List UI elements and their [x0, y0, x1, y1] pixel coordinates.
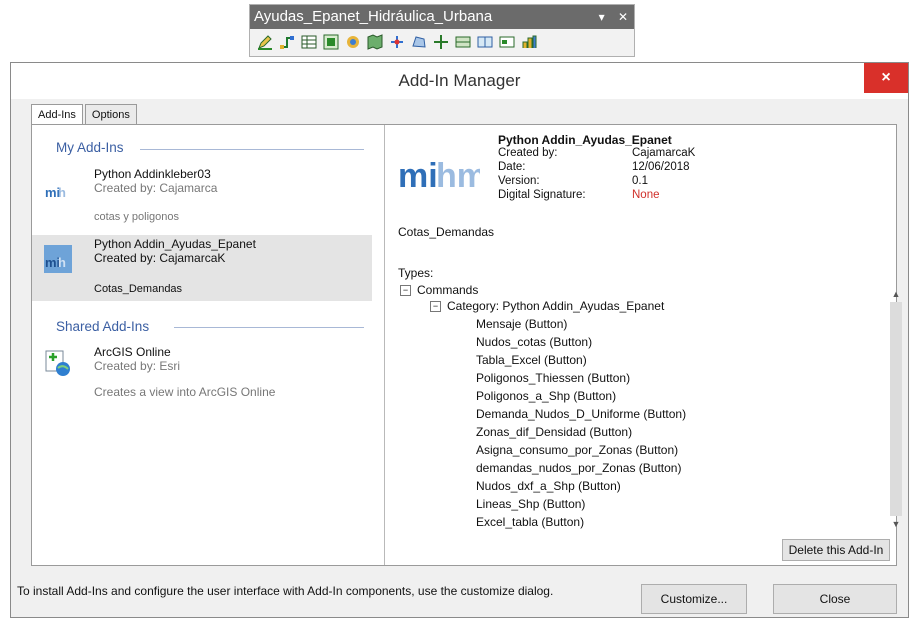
list-item-arcgis-online[interactable]: ArcGIS Online Created by: Esri Creates a… [32, 341, 372, 407]
polygon-icon[interactable] [410, 33, 428, 51]
detail-signature: None [632, 189, 660, 201]
addin-description: Cotas_Demandas [94, 283, 183, 295]
scroll-down-icon[interactable]: ▼ [890, 518, 902, 530]
addin-toolbar: Ayudas_Epanet_Hidráulica_Urbana ▾ ✕ [249, 4, 635, 57]
close-button[interactable]: Close [773, 584, 897, 614]
command-item[interactable]: demandas_nudos_por_Zonas (Button) [476, 460, 681, 476]
toolbar-menu-icon[interactable]: ▾ [599, 10, 605, 24]
addin-name: Python Addin_Ayudas_Epanet [94, 237, 256, 251]
detail-label-created-by: Created by: [498, 147, 558, 159]
list-item-addin-ayudas-epanet[interactable]: mi h Python Addin_Ayudas_Epanet Created … [32, 235, 372, 301]
detail-version: 0.1 [632, 175, 648, 187]
mihma-logo-icon: mi hma [398, 157, 480, 195]
command-item[interactable]: Zonas_dif_Densidad (Button) [476, 424, 632, 440]
command-item[interactable]: Nudos_cotas (Button) [476, 334, 592, 350]
types-label: Types: [398, 266, 434, 280]
detail-label-date: Date: [498, 161, 526, 173]
addin-author: Created by: CajamarcaK [94, 251, 226, 265]
section-divider [174, 327, 364, 328]
tree-label: Commands [417, 283, 479, 297]
panel-divider [384, 125, 385, 565]
details-scrollbar[interactable]: ▲ ▼ [890, 288, 902, 532]
tree-label: Category: Python Addin_Ayudas_Epanet [447, 299, 665, 313]
commands-tree: − Commands − Category: Python Addin_Ayudas… [400, 282, 884, 530]
command-item[interactable]: Excel_tabla (Button) [476, 514, 584, 530]
detail-date: 12/06/2018 [632, 161, 690, 173]
addin-author: Created by: Esri [94, 359, 181, 373]
command-item[interactable]: Asigna_consumo_por_Zonas (Button) [476, 442, 678, 458]
node-icon[interactable] [388, 33, 406, 51]
toolbar-close-icon[interactable]: ✕ [618, 10, 628, 24]
list-item-addin-kleber03[interactable]: mi h Python Addinkleber03 Created by: Ca… [32, 163, 372, 229]
addin-description: Creates a view into ArcGIS Online [94, 385, 276, 399]
dialog-title: Add-In Manager [398, 71, 521, 90]
svg-text:h: h [58, 185, 66, 200]
command-item[interactable]: Poligonos_Thiessen (Button) [476, 370, 630, 386]
addin-details: mi hma Python Addin_Ayudas_Epanet Create… [388, 125, 902, 565]
chart-icon[interactable] [520, 33, 538, 51]
toolbar-buttons [256, 33, 538, 51]
detail-label-signature: Digital Signature: [498, 189, 586, 201]
detail-created-by: CajamarcaK [632, 147, 696, 159]
detail-description: Cotas_Demandas [398, 225, 495, 239]
addin-name: Python Addinkleber03 [94, 167, 211, 181]
svg-text:mi: mi [398, 157, 438, 195]
map-icon[interactable] [366, 33, 384, 51]
tab-options[interactable]: Options [84, 104, 137, 124]
toolbar-window-controls: ▾ ✕ [589, 5, 628, 29]
delete-addin-button[interactable]: Delete this Add-In [782, 539, 890, 561]
section-divider [140, 149, 364, 150]
customize-button[interactable]: Customize... [641, 584, 747, 614]
addin-list: My Add-Ins mi h Python Addinkleber03 Cre… [32, 125, 382, 565]
arcgis-online-icon [45, 350, 70, 376]
command-item[interactable]: Nudos_dxf_a_Shp (Button) [476, 478, 621, 494]
collapse-icon[interactable]: − [400, 285, 411, 297]
export-icon[interactable] [498, 33, 516, 51]
tree-node-commands[interactable]: − Commands [400, 282, 478, 298]
footer-info: To install Add-Ins and configure the use… [17, 584, 554, 598]
tab-add-ins[interactable]: Add-Ins [31, 104, 83, 126]
command-item[interactable]: Tabla_Excel (Button) [476, 352, 587, 368]
grid-icon[interactable] [322, 33, 340, 51]
shared-addins-heading: Shared Add-Ins [56, 319, 150, 334]
scroll-up-icon[interactable]: ▲ [890, 288, 902, 300]
mihma-logo-icon: mi h [44, 245, 72, 273]
layer2-icon[interactable] [476, 33, 494, 51]
addin-manager-dialog: Add-In Manager × Add-Ins Options My Add-… [10, 62, 909, 618]
svg-text:h: h [58, 255, 66, 270]
addin-name: ArcGIS Online [94, 345, 171, 359]
close-icon[interactable]: × [864, 63, 908, 93]
addins-panel: My Add-Ins mi h Python Addinkleber03 Cre… [31, 124, 902, 566]
addin-author: Created by: Cajamarca [94, 181, 218, 195]
command-item[interactable]: Poligonos_a_Shp (Button) [476, 388, 616, 404]
tab-bar: Add-Ins Options [31, 104, 137, 126]
dialog-titlebar[interactable]: Add-In Manager × [11, 63, 908, 99]
command-item[interactable]: Lineas_Shp (Button) [476, 496, 585, 512]
network-icon[interactable] [278, 33, 296, 51]
command-item[interactable]: Demanda_Nudos_D_Uniforme (Button) [476, 406, 686, 422]
tool-icon[interactable] [344, 33, 362, 51]
collapse-icon[interactable]: − [430, 301, 441, 313]
toolbar-title[interactable]: Ayudas_Epanet_Hidráulica_Urbana [250, 5, 634, 29]
layer-icon[interactable] [454, 33, 472, 51]
tree-node-category[interactable]: − Category: Python Addin_Ayudas_Epanet [430, 298, 664, 314]
table-icon[interactable] [300, 33, 318, 51]
mihma-logo-icon: mi h [44, 175, 72, 203]
svg-text:hma: hma [436, 157, 480, 195]
detail-addin-name: Python Addin_Ayudas_Epanet [498, 133, 672, 147]
scrollbar-track[interactable] [890, 302, 902, 516]
edit-icon[interactable] [256, 33, 274, 51]
move-icon[interactable] [432, 33, 450, 51]
my-addins-heading: My Add-Ins [56, 140, 124, 155]
detail-label-version: Version: [498, 175, 540, 187]
addin-description: cotas y poligonos [94, 211, 179, 223]
command-item[interactable]: Mensaje (Button) [476, 316, 567, 332]
